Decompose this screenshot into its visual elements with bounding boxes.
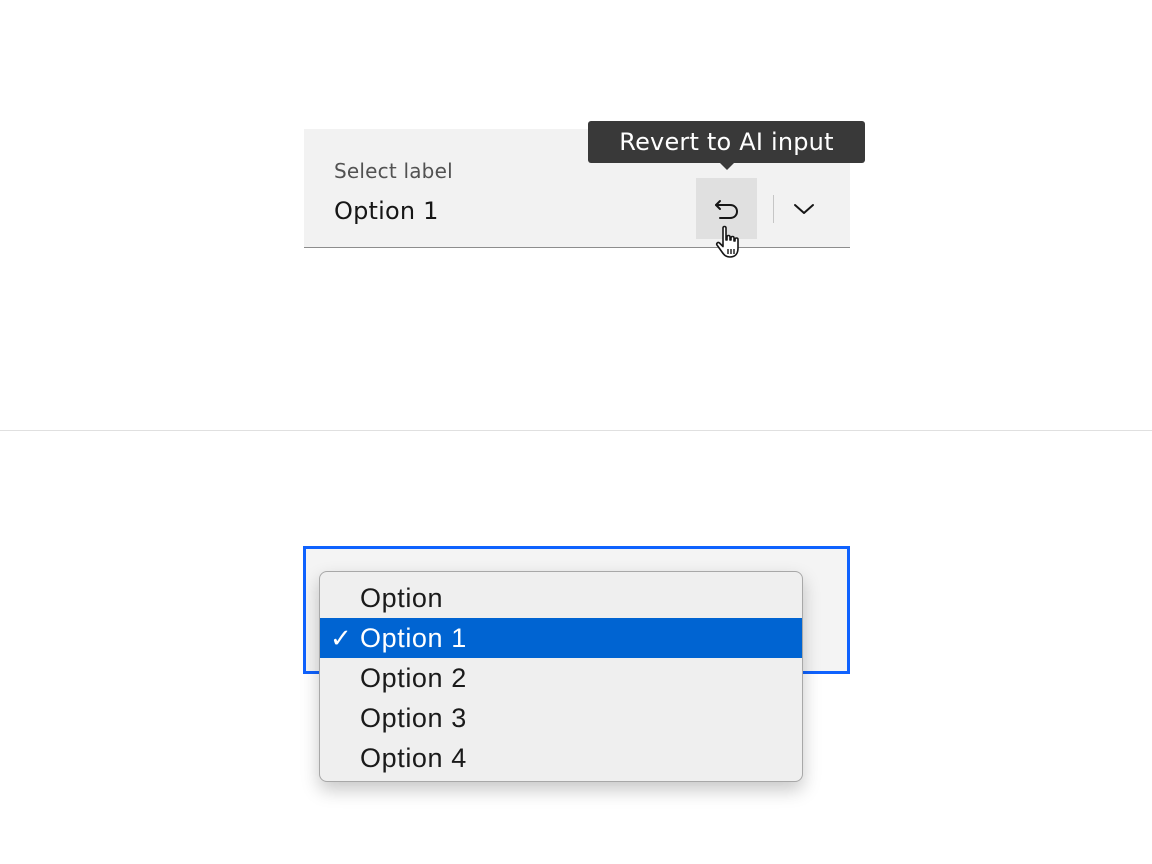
chevron-down-icon xyxy=(794,204,814,214)
hand-pointer-icon xyxy=(715,225,739,258)
dropdown-menu[interactable]: Option ✓ Option 1 Option 2 Option 3 Opti… xyxy=(319,571,803,782)
dropdown-option-label: Option 4 xyxy=(360,743,467,773)
dropdown-option-label: Option 2 xyxy=(360,663,467,693)
dropdown-toggle-button[interactable] xyxy=(788,187,820,231)
dropdown-option-4[interactable]: Option 4 xyxy=(320,738,802,778)
dropdown-option-placeholder[interactable]: Option xyxy=(320,578,802,618)
dropdown-option-1[interactable]: ✓ Option 1 xyxy=(320,618,802,658)
dropdown-option-label: Option 1 xyxy=(360,623,467,653)
select-label: Select label xyxy=(334,159,453,183)
revert-icon xyxy=(714,199,738,219)
field-divider xyxy=(773,195,774,223)
revert-tooltip: Revert to AI input xyxy=(588,121,865,163)
section-divider xyxy=(0,430,1152,431)
select-value[interactable]: Option 1 xyxy=(334,197,439,225)
dropdown-option-label: Option xyxy=(360,583,444,613)
checkmark-icon: ✓ xyxy=(330,623,353,653)
dropdown-option-2[interactable]: Option 2 xyxy=(320,658,802,698)
tooltip-caret xyxy=(719,162,735,170)
dropdown-option-3[interactable]: Option 3 xyxy=(320,698,802,738)
dropdown-option-label: Option 3 xyxy=(360,703,467,733)
